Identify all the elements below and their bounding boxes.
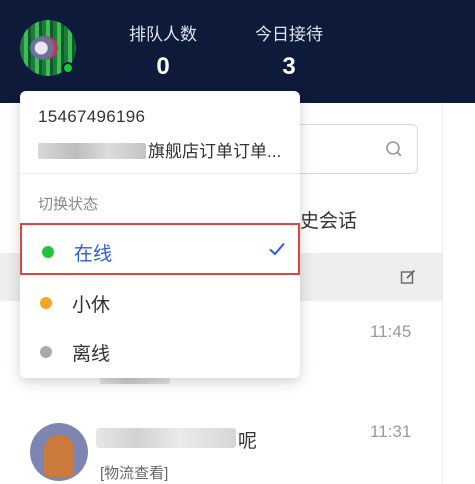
- status-label: 在线: [74, 244, 113, 265]
- list-item-name-blurred: [96, 428, 236, 448]
- top-header: 排队人数 0 今日接待 3: [0, 0, 475, 103]
- list-item-avatar: [30, 423, 88, 481]
- user-avatar[interactable]: [20, 20, 76, 76]
- status-dropdown: 15467496196 旗舰店订单订单... 切换状态 在线 小休 离线: [20, 91, 300, 378]
- online-status-dot: [42, 246, 54, 258]
- search-icon[interactable]: [385, 140, 403, 158]
- shop-name-blurred: [38, 143, 146, 159]
- break-status-dot: [40, 297, 52, 309]
- online-status-dot: [62, 62, 74, 74]
- list-item-message: [物流查看]: [100, 465, 169, 482]
- checkmark-icon: [269, 242, 285, 256]
- list-item-name: 呢: [238, 431, 258, 452]
- today-stat: 今日接待 3: [246, 20, 332, 81]
- status-option-online[interactable]: 在线: [20, 223, 300, 275]
- status-option-break[interactable]: 小休: [20, 276, 300, 328]
- today-count: 3: [282, 53, 296, 80]
- list-item-time: 11:45: [370, 322, 412, 341]
- queue-stat: 排队人数 0: [120, 20, 206, 81]
- queue-label: 排队人数: [129, 25, 197, 44]
- shop-name: 旗舰店订单订单...: [38, 137, 281, 162]
- list-item-time: 11:31: [370, 422, 412, 441]
- tab-history-sessions[interactable]: 史会话: [300, 206, 357, 233]
- edit-icon[interactable]: [400, 269, 416, 285]
- shop-name-text: 旗舰店订单订单...: [148, 142, 282, 161]
- switch-status-label: 切换状态: [38, 196, 99, 213]
- panel-divider: [442, 103, 443, 484]
- status-label: 小休: [72, 295, 111, 316]
- today-label: 今日接待: [255, 25, 323, 44]
- account-phone: 15467496196: [38, 107, 146, 126]
- queue-count: 0: [156, 53, 170, 80]
- divider: [20, 173, 300, 174]
- offline-status-dot: [40, 346, 52, 358]
- status-option-offline[interactable]: 离线: [20, 325, 300, 377]
- status-label: 离线: [72, 344, 111, 365]
- search-input[interactable]: [290, 124, 418, 174]
